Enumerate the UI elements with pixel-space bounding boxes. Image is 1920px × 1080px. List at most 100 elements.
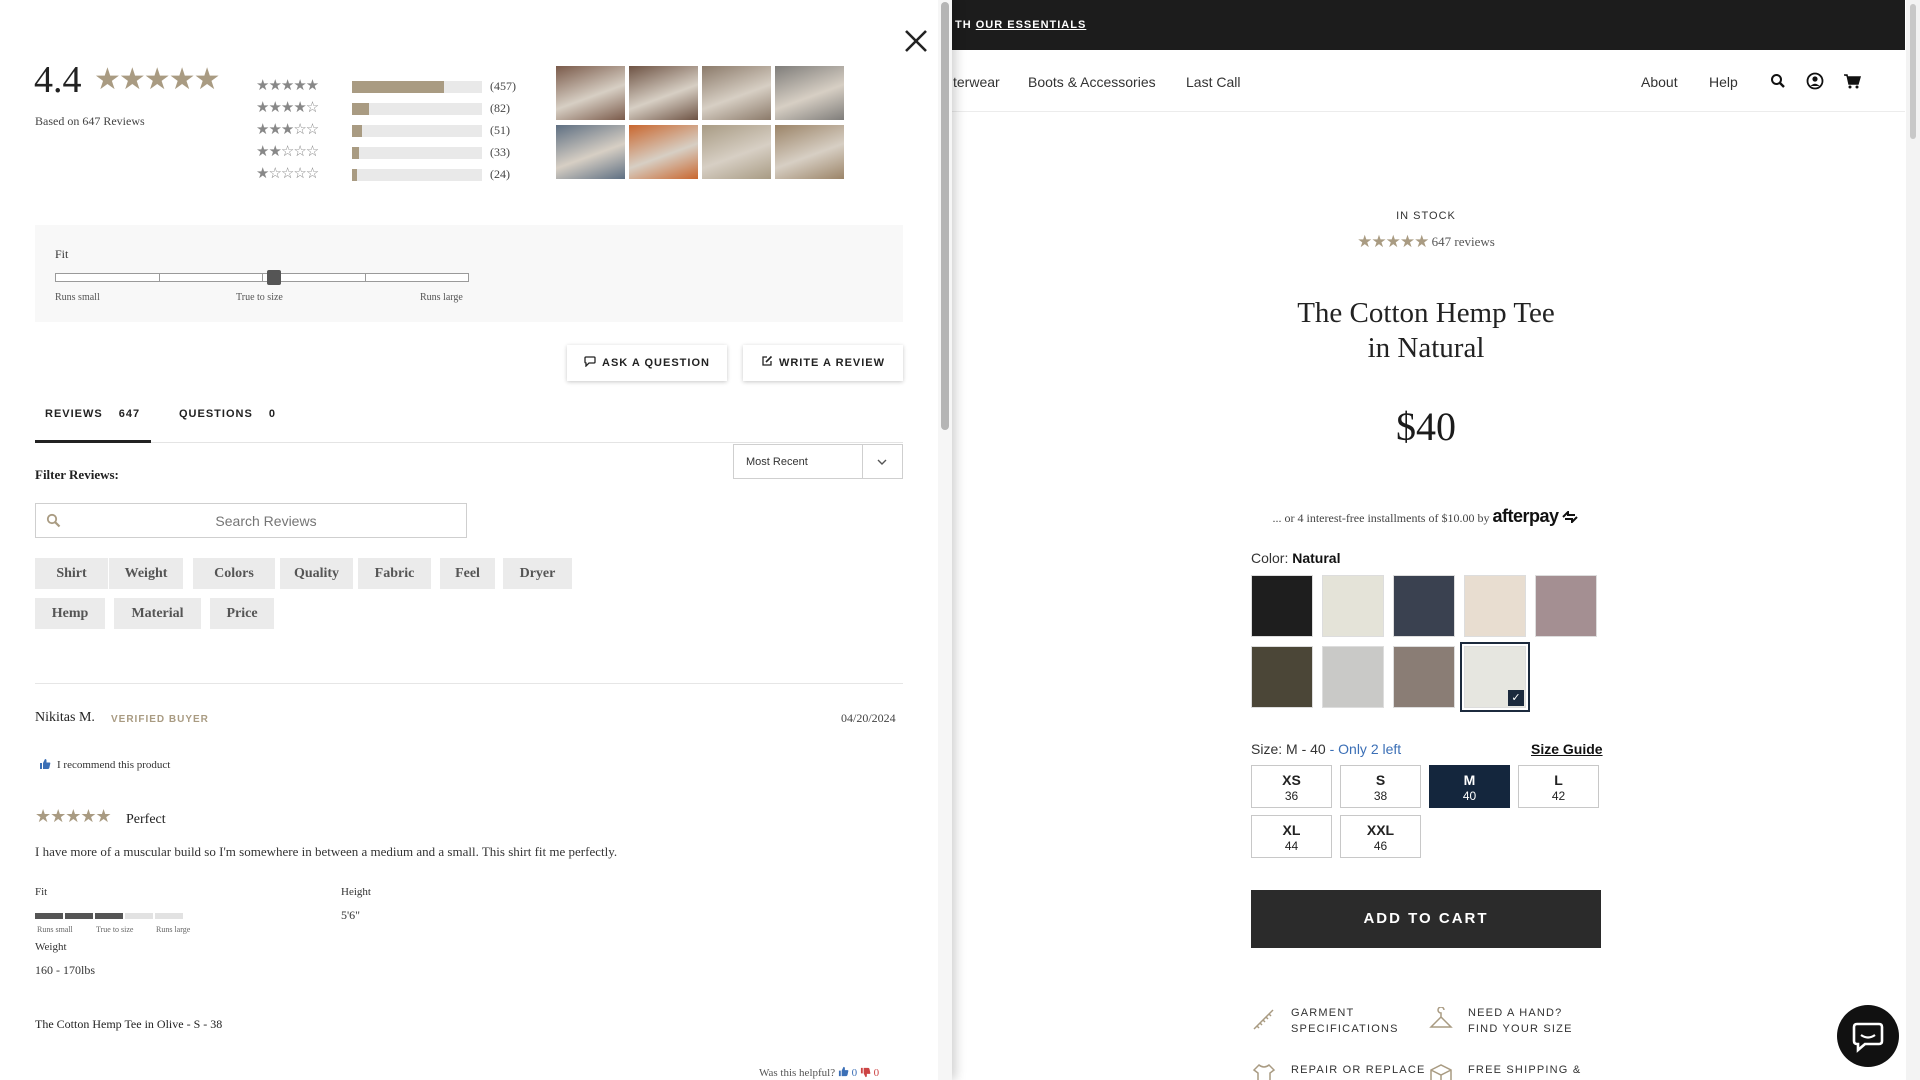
feature-repair-replace-line1: REPAIR OR REPLACE <box>1291 1064 1426 1076</box>
review-photo[interactable] <box>555 124 626 180</box>
nav-link-outerwear[interactable]: terwear <box>953 74 1000 90</box>
color-value: Natural <box>1292 550 1341 566</box>
size-guide-link[interactable]: Size Guide <box>1531 741 1603 757</box>
filter-chip-colors[interactable]: Colors <box>193 558 275 589</box>
rating-row[interactable]: ★☆☆☆☆ (24) <box>256 165 526 183</box>
announcement-text: TH OUR ESSENTIALS <box>955 19 1086 31</box>
size-option-m[interactable]: M 40 <box>1429 765 1510 808</box>
color-swatch[interactable] <box>1322 646 1384 708</box>
review-divider <box>35 683 903 684</box>
filter-chip-dryer[interactable]: Dryer <box>503 558 572 589</box>
review-helpful: Was this helpful? 0 0 <box>759 1066 879 1079</box>
rating-row-bar <box>352 169 482 181</box>
drawer-scrollbar[interactable] <box>938 0 952 1080</box>
rating-row-fill <box>352 169 357 181</box>
search-reviews-input[interactable] <box>68 504 464 537</box>
account-icon[interactable] <box>1806 72 1824 90</box>
size-option-number: 42 <box>1551 789 1566 803</box>
close-icon[interactable] <box>897 22 935 60</box>
filter-chip-price[interactable]: Price <box>210 598 274 629</box>
rating-row-count: (24) <box>490 167 510 181</box>
chat-button[interactable] <box>1837 1005 1899 1067</box>
review-height-value: 5'6" <box>341 908 361 922</box>
feature-find-size[interactable]: NEED A HAND? FIND YOUR SIZE <box>1468 1005 1573 1037</box>
size-option-number: 44 <box>1284 839 1299 853</box>
nav-link-help[interactable]: Help <box>1709 74 1738 90</box>
search-icon <box>46 513 61 528</box>
filter-chip-hemp[interactable]: Hemp <box>35 598 105 629</box>
filter-chip-fabric[interactable]: Fabric <box>358 558 431 589</box>
add-to-cart-button[interactable]: ADD TO CART <box>1251 890 1601 948</box>
size-option-xs[interactable]: XS 36 <box>1251 765 1332 808</box>
filter-chip-feel[interactable]: Feel <box>440 558 495 589</box>
ask-question-button[interactable]: ASK A QUESTION <box>567 345 727 381</box>
color-swatch[interactable] <box>1251 646 1313 708</box>
page-scrollbar-thumb[interactable] <box>1910 4 1916 139</box>
page-scrollbar[interactable] <box>1906 0 1920 1080</box>
fit-label-true-to-size: True to size <box>236 292 283 303</box>
filter-chip-material[interactable]: Material <box>114 598 201 629</box>
tab-reviews[interactable]: REVIEWS 647 <box>45 408 140 420</box>
size-option-s[interactable]: S 38 <box>1340 765 1421 808</box>
cart-icon[interactable] <box>1843 72 1861 90</box>
product-rating[interactable]: ★★★★★ 647 reviews <box>1176 232 1676 252</box>
tab-questions[interactable]: QUESTIONS 0 <box>179 408 276 420</box>
filter-chip-quality[interactable]: Quality <box>280 558 353 589</box>
nav-link-boots-accessories[interactable]: Boots & Accessories <box>1028 74 1156 90</box>
rating-row[interactable]: ★★★☆☆ (51) <box>256 121 526 139</box>
color-swatch[interactable] <box>1322 575 1384 637</box>
fit-tick <box>159 274 160 281</box>
pencil-square-icon <box>762 355 773 366</box>
size-option-xxl[interactable]: XXL 46 <box>1340 815 1421 858</box>
nav-link-last-call[interactable]: Last Call <box>1186 74 1240 90</box>
search-icon[interactable] <box>1769 72 1787 90</box>
color-swatch[interactable] <box>1393 646 1455 708</box>
write-review-button[interactable]: WRITE A REVIEW <box>743 345 903 381</box>
color-swatch[interactable] <box>1464 575 1526 637</box>
rating-row-stars: ★★☆☆☆ <box>256 144 319 160</box>
nav-link-about[interactable]: About <box>1641 74 1678 90</box>
review-photo[interactable] <box>774 65 845 121</box>
tab-reviews-count: 647 <box>118 408 141 420</box>
rating-row[interactable]: ★★☆☆☆ (33) <box>256 143 526 161</box>
drawer-scrollbar-thumb[interactable] <box>941 2 949 430</box>
color-swatch[interactable] <box>1393 575 1455 637</box>
sort-dropdown[interactable]: Most Recent <box>733 444 903 479</box>
review-photo[interactable] <box>555 65 626 121</box>
feature-repair-replace[interactable]: REPAIR OR REPLACE <box>1291 1062 1426 1078</box>
size-option-xl[interactable]: XL 44 <box>1251 815 1332 858</box>
review-photo[interactable] <box>628 124 699 180</box>
review-fit-segment <box>35 913 63 919</box>
size-option-l[interactable]: L 42 <box>1518 765 1599 808</box>
helpful-no-count: 0 <box>873 1067 880 1079</box>
fit-label-runs-large: Runs large <box>420 292 463 303</box>
feature-free-shipping[interactable]: FREE SHIPPING & <box>1468 1062 1581 1078</box>
review-fit-segment <box>65 913 93 919</box>
review-photo[interactable] <box>628 65 699 121</box>
feature-garment-specs[interactable]: GARMENT SPECIFICATIONS <box>1291 1005 1399 1037</box>
helpful-no-button[interactable]: 0 <box>860 1067 879 1079</box>
review-photo[interactable] <box>774 124 845 180</box>
announcement-link[interactable]: OUR ESSENTIALS <box>976 19 1087 31</box>
color-swatch[interactable] <box>1251 575 1313 637</box>
color-swatch[interactable] <box>1535 575 1597 637</box>
shirt-icon <box>1252 1063 1276 1080</box>
rating-row-bar <box>352 147 482 159</box>
review-height-label: Height <box>341 886 371 898</box>
speech-bubble-icon <box>584 356 596 368</box>
rating-row[interactable]: ★★★★★ (457) <box>256 77 526 95</box>
filter-chip-shirt[interactable]: Shirt <box>35 558 108 589</box>
fit-label-runs-small: Runs small <box>55 292 100 303</box>
rating-row[interactable]: ★★★★☆ (82) <box>256 99 526 117</box>
feature-find-size-line2: FIND YOUR SIZE <box>1468 1023 1573 1035</box>
filter-chip-weight[interactable]: Weight <box>109 558 183 589</box>
helpful-yes-button[interactable]: 0 <box>838 1066 857 1079</box>
rating-row-bar <box>352 125 482 137</box>
afterpay-info: ... or 4 interest-free installments of $… <box>1176 506 1676 527</box>
product-title-line2: in Natural <box>1367 332 1485 364</box>
review-author: Nikitas M. <box>35 710 95 725</box>
fit-indicator <box>267 270 281 285</box>
color-swatch[interactable]: ✓ <box>1460 642 1530 712</box>
review-photo[interactable] <box>701 65 772 121</box>
review-photo[interactable] <box>701 124 772 180</box>
